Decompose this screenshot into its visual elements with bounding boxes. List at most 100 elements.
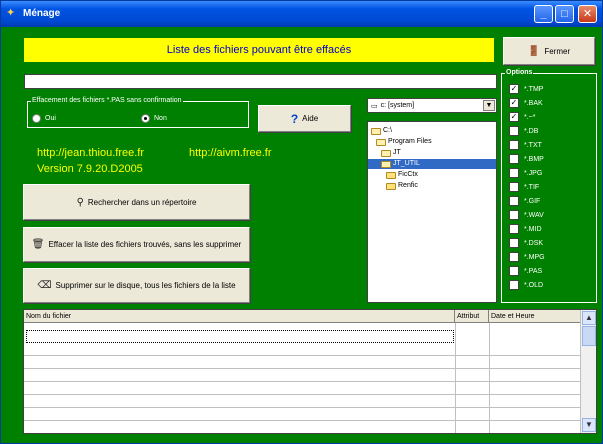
dir-label: JT_UTIL: [393, 160, 420, 167]
scroll-up-icon[interactable]: ▲: [582, 311, 596, 325]
file-table[interactable]: Nom du fichier Attribut Date et Heure ▲ …: [23, 309, 597, 434]
dir-label: C:\: [383, 127, 392, 134]
option-bak[interactable]: ✓ *.BAK: [509, 98, 543, 108]
fermer-button[interactable]: 🚪 Fermer: [503, 37, 595, 65]
path-field[interactable]: [24, 74, 497, 89]
option-pas[interactable]: *.PAS: [509, 266, 542, 276]
table-row[interactable]: [24, 408, 582, 421]
table-row[interactable]: [24, 369, 582, 382]
dir-item-ficctx[interactable]: FicCtx: [386, 170, 418, 180]
option-wav[interactable]: *.WAV: [509, 210, 544, 220]
dir-item-jt[interactable]: JT: [381, 148, 401, 158]
option-mpg[interactable]: *.MPG: [509, 252, 545, 262]
checkbox-icon[interactable]: [509, 154, 519, 164]
directory-list[interactable]: C:\ Program Files JT JT_UTIL FicCtx Renf…: [367, 121, 497, 303]
radio-oui-dot: [32, 114, 41, 123]
option-txt[interactable]: *.TXT: [509, 140, 542, 150]
radio-non[interactable]: Non: [141, 114, 167, 123]
option-db[interactable]: *.DB: [509, 126, 538, 136]
option-label: *.~*: [524, 113, 536, 121]
checkbox-checked-icon[interactable]: ✓: [509, 98, 519, 108]
column-date[interactable]: Date et Heure: [489, 310, 582, 323]
folder-icon: [386, 182, 396, 190]
help-question-icon: ?: [290, 111, 299, 126]
column-nom[interactable]: Nom du fichier: [24, 310, 455, 323]
checkbox-icon[interactable]: [509, 210, 519, 220]
effacer-liste-button[interactable]: 🗑 Effacer la liste des fichiers trouvés,…: [23, 227, 250, 262]
aide-button[interactable]: ? Aide: [258, 105, 351, 132]
drive-value: c: [system]: [380, 102, 415, 109]
option-dsk[interactable]: *.DSK: [509, 238, 543, 248]
column-attribut[interactable]: Attribut: [455, 310, 489, 323]
table-row[interactable]: [24, 382, 582, 395]
option-tmp[interactable]: ✓ *.TMP: [509, 84, 543, 94]
effacer-liste-label: Effacer la liste des fichiers trouvés, s…: [48, 240, 242, 249]
delete-folder-icon: ⌫: [37, 280, 52, 291]
dir-label: JT: [393, 149, 401, 156]
checkbox-icon[interactable]: [509, 238, 519, 248]
option-label: *.WAV: [524, 211, 544, 219]
vertical-scrollbar[interactable]: ▲ ▼: [580, 310, 596, 433]
checkbox-icon[interactable]: [509, 168, 519, 178]
option-bmp[interactable]: *.BMP: [509, 154, 544, 164]
dir-item-program-files[interactable]: Program Files: [376, 137, 432, 147]
open-folder-icon: [381, 160, 391, 168]
folder-icon: [386, 171, 396, 179]
checkbox-icon[interactable]: [509, 266, 519, 276]
fermer-label: Fermer: [544, 46, 571, 56]
drive-select[interactable]: ▭ c: [system] ▼: [367, 98, 497, 113]
checkbox-icon[interactable]: [509, 182, 519, 192]
scroll-down-icon[interactable]: ▼: [582, 418, 596, 432]
checkbox-icon[interactable]: [509, 196, 519, 206]
open-folder-icon: [376, 138, 386, 146]
main-window: ✦ Ménage _ □ ✕ Liste des fichiers pouvan…: [0, 0, 603, 444]
checkbox-icon[interactable]: [509, 252, 519, 262]
checkbox-icon[interactable]: [509, 224, 519, 234]
option-gif[interactable]: *.GIF: [509, 196, 540, 206]
table-row[interactable]: [24, 421, 582, 433]
table-row[interactable]: [24, 343, 582, 356]
table-row[interactable]: [24, 395, 582, 408]
option-label: *.TMP: [524, 85, 544, 93]
option-tilde[interactable]: ✓ *.~*: [509, 112, 535, 122]
close-button[interactable]: ✕: [578, 5, 597, 23]
minimize-button[interactable]: _: [534, 5, 553, 23]
open-folder-icon: [371, 127, 381, 135]
supprimer-button[interactable]: ⌫ Supprimer sur le disque, tous les fich…: [23, 268, 250, 303]
option-label: *.MPG: [524, 253, 545, 261]
table-row[interactable]: [24, 356, 582, 369]
supprimer-label: Supprimer sur le disque, tous les fichie…: [55, 281, 236, 290]
option-tif[interactable]: *.TIF: [509, 182, 539, 192]
chevron-down-icon[interactable]: ▼: [483, 100, 495, 111]
rechercher-button[interactable]: ⚲ Rechercher dans un répertoire: [23, 184, 250, 220]
option-jpg[interactable]: *.JPG: [509, 168, 542, 178]
option-old[interactable]: *.OLD: [509, 280, 543, 290]
link-aivm[interactable]: http://aivm.free.fr: [189, 147, 272, 159]
scroll-thumb[interactable]: [582, 326, 596, 346]
exit-door-icon: 🚪: [527, 45, 541, 57]
checkbox-checked-icon[interactable]: ✓: [509, 84, 519, 94]
maximize-button[interactable]: □: [555, 5, 574, 23]
effacement-group: Effacement des fichiers *.PAS sans confi…: [27, 96, 249, 128]
checkbox-icon[interactable]: [509, 126, 519, 136]
option-label: *.BMP: [524, 155, 544, 163]
dir-label: Renfic: [398, 182, 418, 189]
broom-icon: ✦: [6, 7, 16, 19]
dir-item-c[interactable]: C:\: [371, 126, 392, 136]
checkbox-icon[interactable]: [509, 280, 519, 290]
checkbox-checked-icon[interactable]: ✓: [509, 112, 519, 122]
options-group: Options ✓ *.TMP ✓ *.BAK ✓ *.~* *.DB *.TXT *…: [501, 68, 597, 303]
table-header: Nom du fichier Attribut Date et Heure: [24, 310, 582, 323]
radio-oui-label: Oui: [45, 115, 56, 122]
dir-item-renfic[interactable]: Renfic: [386, 181, 418, 191]
option-label: *.DB: [524, 127, 539, 135]
dir-item-jt-util[interactable]: JT_UTIL: [368, 159, 496, 169]
option-mid[interactable]: *.MID: [509, 224, 542, 234]
focused-cell[interactable]: [26, 330, 454, 343]
checkbox-icon[interactable]: [509, 140, 519, 150]
link-jean-thiou[interactable]: http://jean.thiou.free.fr: [37, 147, 144, 159]
aide-label: Aide: [302, 114, 319, 123]
option-label: *.MID: [524, 225, 542, 233]
title-bar[interactable]: ✦ Ménage _ □ ✕: [1, 1, 602, 27]
radio-oui[interactable]: Oui: [32, 114, 56, 123]
